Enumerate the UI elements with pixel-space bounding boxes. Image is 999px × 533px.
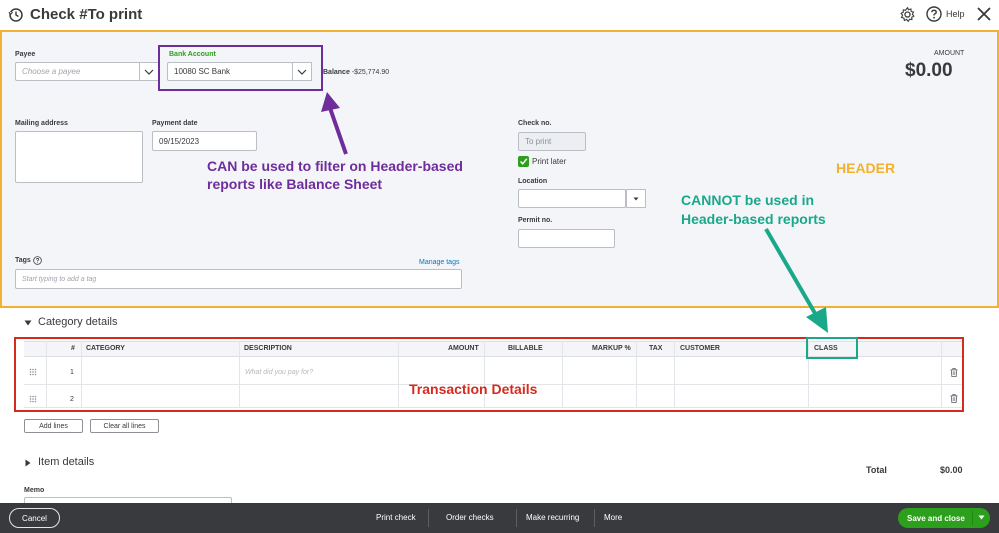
can-annotation: CAN be used to filter on Header-based re… <box>207 157 463 193</box>
mailing-address-input[interactable] <box>15 131 143 183</box>
item-details-title[interactable]: Item details <box>38 456 94 468</box>
balance-value: -$25,774.90 <box>351 69 390 76</box>
balance-label: Balance <box>323 69 350 76</box>
payment-date-input[interactable]: 09/15/2023 <box>152 131 257 151</box>
bank-account-highlight <box>158 45 323 91</box>
close-icon[interactable] <box>976 6 992 22</box>
payee-input[interactable]: Choose a payee <box>15 62 141 81</box>
collapse-triangle-icon[interactable] <box>24 319 32 327</box>
purple-arrow <box>321 92 348 155</box>
help-label[interactable]: Help <box>946 9 965 19</box>
add-lines-button[interactable]: Add lines <box>24 419 83 433</box>
location-select[interactable] <box>518 189 626 208</box>
print-later-label[interactable]: Print later <box>532 157 566 166</box>
tags-input[interactable]: Start typing to add a tag <box>15 269 462 289</box>
gear-icon[interactable] <box>899 6 916 23</box>
can-annotation-line: reports like Balance Sheet <box>207 176 383 192</box>
tags-label: Tags <box>15 257 31 264</box>
teal-arrow <box>764 227 828 333</box>
order-checks-button[interactable]: Order checks <box>446 513 494 522</box>
category-details-title[interactable]: Category details <box>38 316 118 328</box>
make-recurring-button[interactable]: Make recurring <box>526 513 579 522</box>
help-icon[interactable] <box>926 6 942 22</box>
location-dropdown-button[interactable] <box>626 189 646 208</box>
header-annotation: HEADER <box>836 160 896 176</box>
payee-dropdown-button[interactable] <box>139 62 159 81</box>
memo-label: Memo <box>24 487 45 494</box>
caret-down-icon <box>633 197 639 200</box>
expand-triangle-icon[interactable] <box>24 459 32 467</box>
caret-down-icon[interactable] <box>978 515 985 520</box>
cannot-annotation: CANNOT be used in Header-based reports <box>681 191 826 229</box>
cannot-annotation-line: CANNOT be used in <box>681 192 815 208</box>
check-no-label: Check no. <box>518 120 552 127</box>
more-button[interactable]: More <box>604 513 622 522</box>
payee-label: Payee <box>15 51 36 58</box>
checkmark-icon <box>519 158 528 165</box>
permit-no-label: Permit no. <box>518 217 553 224</box>
check-no-input: To print <box>518 132 586 151</box>
total-value: $0.00 <box>940 465 963 475</box>
amount-value: $0.00 <box>905 60 953 81</box>
save-and-close-button[interactable]: Save and close <box>898 508 990 528</box>
amount-label: AMOUNT <box>934 50 965 57</box>
history-icon[interactable] <box>8 7 24 23</box>
total-label: Total <box>866 465 887 475</box>
transaction-details-annotation: Transaction Details <box>409 381 538 397</box>
info-icon[interactable] <box>33 256 42 265</box>
footer-bar <box>0 503 999 533</box>
chevron-down-icon <box>144 69 154 75</box>
print-later-checkbox[interactable] <box>518 156 529 167</box>
payment-date-label: Payment date <box>152 120 198 127</box>
location-label: Location <box>518 178 548 185</box>
class-column-highlight <box>806 337 858 359</box>
print-check-button[interactable]: Print check <box>376 513 416 522</box>
permit-no-input[interactable] <box>518 229 615 248</box>
save-and-close-label: Save and close <box>907 513 965 523</box>
mailing-address-label: Mailing address <box>15 120 68 127</box>
title-bar: Check #To print Help <box>0 0 999 30</box>
clear-all-lines-button[interactable]: Clear all lines <box>90 419 159 433</box>
cancel-button[interactable]: Cancel <box>9 508 60 528</box>
page-title: Check #To print <box>30 6 143 23</box>
manage-tags-link[interactable]: Manage tags <box>419 259 459 266</box>
